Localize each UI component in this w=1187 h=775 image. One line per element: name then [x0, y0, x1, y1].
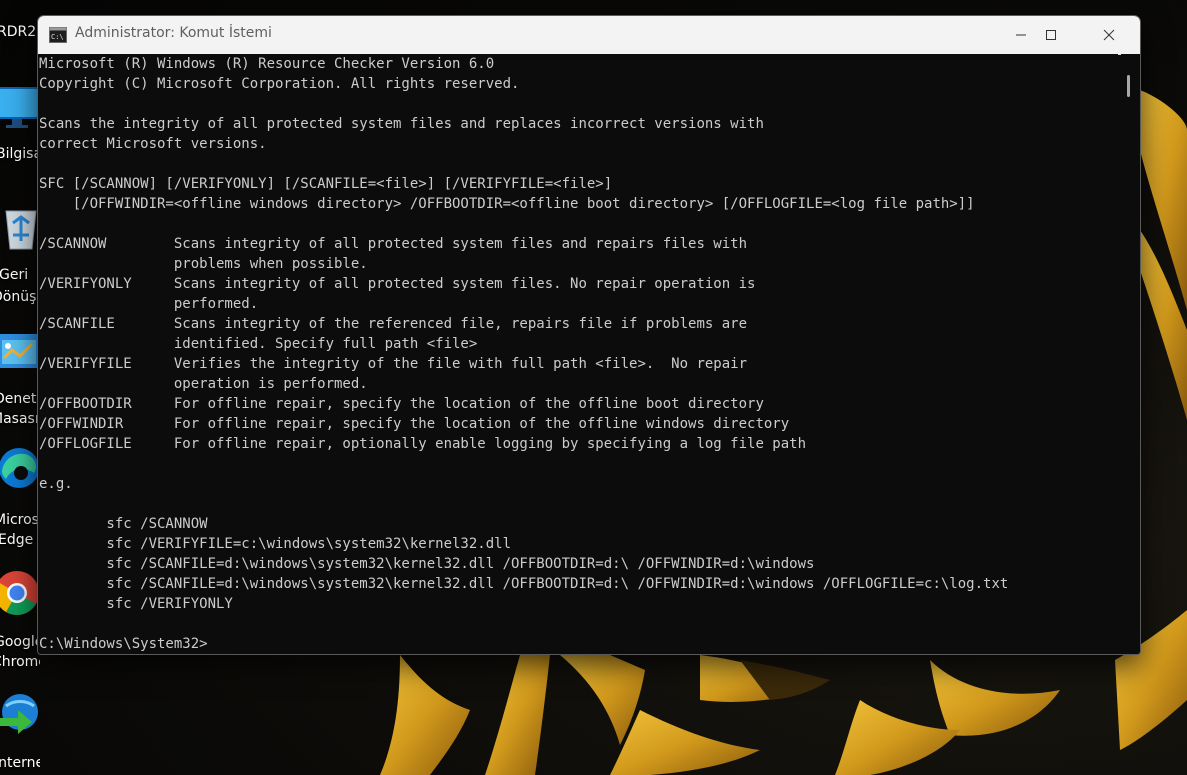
desktop-icon-chrome[interactable]: Google Chrome [0, 568, 40, 673]
console-line: sfc /SCANFILE=d:\windows\system32\kernel… [39, 576, 1009, 592]
desktop-icon-rdr2[interactable]: RDR2 [0, 0, 40, 45]
console-line: /SCANNOW Scans integrity of all protecte… [39, 236, 748, 252]
console-line: sfc /SCANFILE=d:\windows\system32\kernel… [39, 556, 815, 572]
console-line: sfc /VERIFYONLY [39, 596, 233, 612]
chrome-icon [0, 571, 39, 615]
console-line: /OFFLOGFILE For offline repair, optional… [39, 436, 807, 452]
svg-text:C:\: C:\ [51, 33, 64, 41]
maximize-icon [1046, 30, 1056, 40]
console-line: Scans the integrity of all protected sys… [39, 116, 764, 132]
desktop: RDR2 Bilgisay Geri Dönüşü... Denetim Mas… [0, 0, 1187, 775]
vertical-scrollbar[interactable] [1121, 54, 1140, 654]
recycle-bin-icon [5, 210, 37, 250]
monitor-icon [0, 87, 39, 128]
desktop-icon-control-panel[interactable]: Denetim Masası [0, 330, 40, 430]
console-line: /OFFWINDIR For offline repair, specify t… [39, 416, 790, 432]
console-line: Microsoft (R) Windows (R) Resource Check… [39, 56, 495, 72]
close-icon [1103, 29, 1115, 41]
console-line: sfc /SCANNOW [39, 516, 208, 532]
console-line: e.g. [39, 476, 73, 492]
console-line: /VERIFYFILE Verifies the integrity of th… [39, 356, 748, 372]
edge-icon [0, 448, 39, 488]
close-button[interactable] [1080, 16, 1138, 54]
desktop-icon-label: Internet [0, 755, 40, 771]
desktop-icon-recycle-bin[interactable]: Geri Dönüşü... [0, 205, 40, 310]
desktop-icon-this-pc[interactable]: Bilgisay [0, 85, 40, 165]
desktop-icon-label: Bilgisay [0, 146, 40, 162]
internet-download-icon [0, 694, 38, 734]
console-line: [/OFFWINDIR=<offline windows directory> … [39, 196, 975, 212]
desktop-icon-label: Edge [0, 532, 34, 548]
console-line: /SCANFILE Scans integrity of the referen… [39, 316, 748, 332]
console-line: identified. Specify full path <file> [39, 336, 478, 352]
desktop-icon-label: Microsof [0, 512, 40, 528]
window-titlebar[interactable]: C:\ Administrator: Komut İstemi [38, 16, 1140, 55]
desktop-icon-label: Dönüşü... [0, 289, 40, 305]
window-title: Administrator: Komut İstemi [75, 25, 272, 41]
console-line: problems when possible. [39, 256, 368, 272]
console-line: sfc /VERIFYFILE=c:\windows\system32\kern… [39, 536, 512, 552]
desktop-icon-label: Google [0, 634, 40, 650]
console-line: /OFFBOOTDIR For offline repair, specify … [39, 396, 764, 412]
cmd-app-icon: C:\ [49, 27, 67, 43]
desktop-icon-edge[interactable]: Microsof Edge [0, 445, 40, 550]
console-line: /VERIFYONLY Scans integrity of all prote… [39, 276, 756, 292]
desktop-icon-label: Chrome [0, 654, 40, 670]
console-line: operation is performed. [39, 376, 368, 392]
desktop-icon-label: Denetim [0, 391, 40, 407]
scrollbar-thumb[interactable] [1127, 75, 1130, 97]
console-line: SFC [/SCANNOW] [/VERIFYONLY] [/SCANFILE=… [39, 176, 613, 192]
desktop-icon-label: Masası [0, 411, 39, 427]
control-panel-icon [0, 334, 40, 368]
console-line: performed. [39, 296, 259, 312]
command-prompt-window[interactable]: C:\ Administrator: Komut İstemi Microsof… [37, 15, 1141, 655]
console-line: correct Microsoft versions. [39, 136, 267, 152]
desktop-icon-internet-download[interactable]: Internet [0, 690, 40, 775]
desktop-icon-label: RDR2 [0, 24, 37, 40]
desktop-icon-label: Geri [0, 267, 29, 283]
console-output[interactable]: Microsoft (R) Windows (R) Resource Check… [38, 54, 1118, 654]
console-line: Copyright (C) Microsoft Corporation. All… [39, 76, 520, 92]
command-prompt-line: C:\Windows\System32> [39, 636, 208, 652]
maximize-button[interactable] [1022, 16, 1080, 54]
